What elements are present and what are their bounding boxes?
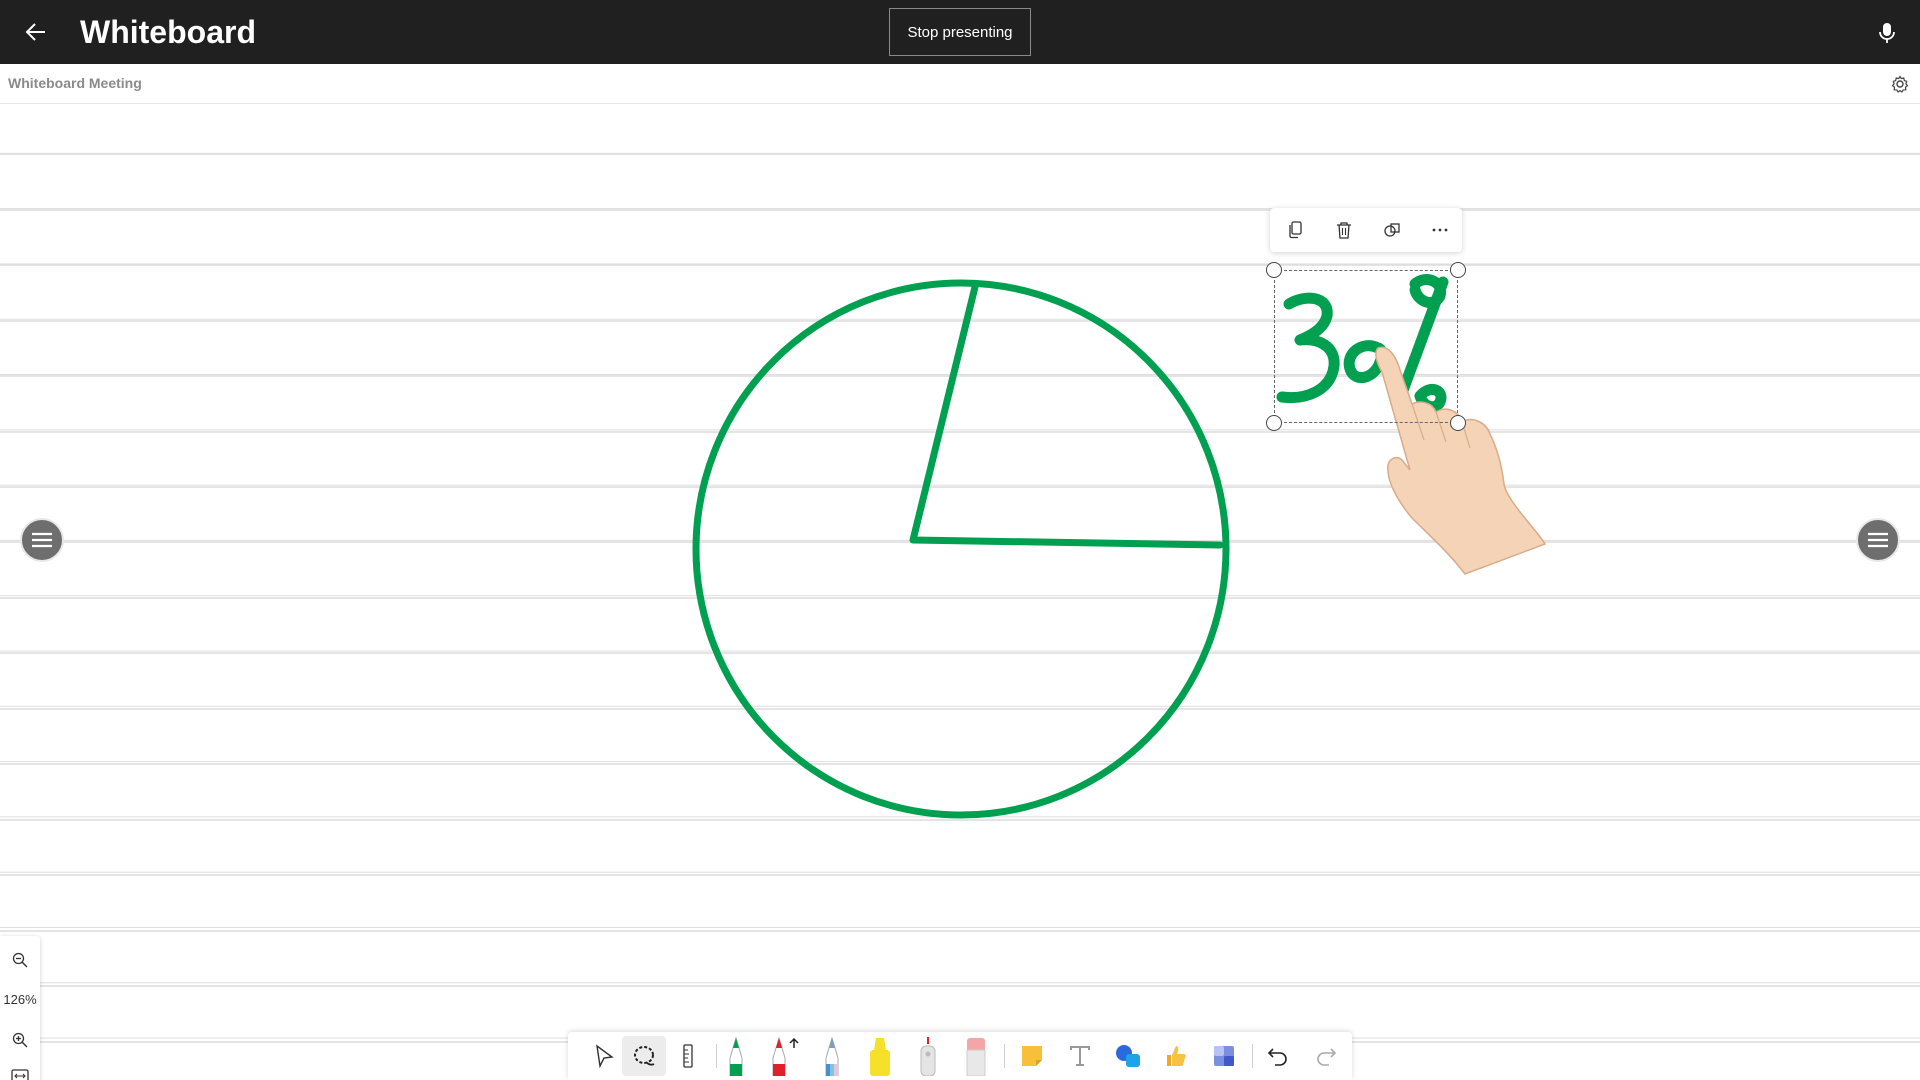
- lasso-select-tool[interactable]: [622, 1036, 666, 1076]
- resize-handle-top-left[interactable]: [1266, 262, 1282, 278]
- resize-handle-bottom-right[interactable]: [1450, 415, 1466, 431]
- selection-box[interactable]: [1274, 270, 1458, 423]
- hamburger-icon: [1868, 532, 1888, 548]
- undo-button[interactable]: [1256, 1032, 1300, 1080]
- zoom-out-button[interactable]: [0, 944, 40, 976]
- right-menu-button[interactable]: [1856, 518, 1900, 562]
- highlighter-tool[interactable]: [858, 1032, 902, 1080]
- templates-icon: [1214, 1046, 1234, 1066]
- meeting-bar: Whiteboard Meeting: [0, 64, 1920, 104]
- microphone-icon: [1879, 23, 1895, 43]
- convert-to-shape-button[interactable]: [1374, 214, 1410, 246]
- more-options-icon: [1432, 228, 1448, 232]
- red-pen-tool[interactable]: [762, 1032, 806, 1080]
- shapes-tool[interactable]: [1106, 1032, 1150, 1080]
- more-options-button[interactable]: [1422, 214, 1458, 246]
- sticky-note-tool[interactable]: [1010, 1032, 1054, 1080]
- red-pen-icon: [772, 1036, 799, 1076]
- app-title: Whiteboard: [80, 14, 256, 50]
- templates-tool[interactable]: [1202, 1032, 1246, 1080]
- zoom-in-icon: [12, 1032, 28, 1048]
- sticky-note-icon: [1022, 1046, 1042, 1066]
- pie-drawing[interactable]: [0, 104, 1920, 1080]
- undo-icon: [1267, 1048, 1287, 1066]
- rainbow-pen-tool[interactable]: [810, 1032, 854, 1080]
- laser-pointer-icon: [920, 1037, 936, 1076]
- app-header: Whiteboard Stop presenting: [0, 0, 1920, 64]
- inking-toolbar: [568, 1032, 1352, 1080]
- green-pen-icon: [729, 1036, 743, 1076]
- text-tool[interactable]: [1058, 1032, 1102, 1080]
- hamburger-icon: [32, 532, 52, 548]
- yellow-highlighter-icon: [870, 1038, 890, 1076]
- pie-slice-lines: [909, 283, 1224, 549]
- toolbar-divider: [1252, 1044, 1253, 1068]
- eraser-tool[interactable]: [954, 1032, 998, 1080]
- text-icon: [1070, 1046, 1090, 1066]
- resize-handle-bottom-left[interactable]: [1266, 415, 1282, 431]
- ruler-icon: [683, 1044, 693, 1068]
- zoom-in-button[interactable]: [0, 1024, 40, 1056]
- whiteboard-canvas[interactable]: 126%: [0, 104, 1920, 1080]
- ruler-tool[interactable]: [666, 1032, 710, 1080]
- zoom-out-icon: [12, 952, 28, 968]
- fit-to-screen-icon: [11, 1069, 29, 1080]
- left-menu-button[interactable]: [20, 518, 64, 562]
- selection-toolbar: [1270, 208, 1462, 252]
- thumbs-up-icon: [1167, 1046, 1186, 1066]
- pointer-arrow-icon: [596, 1044, 614, 1068]
- zoom-panel: 126%: [0, 936, 40, 1080]
- redo-button[interactable]: [1304, 1032, 1348, 1080]
- select-tool[interactable]: [582, 1032, 626, 1080]
- rainbow-pen-icon: [825, 1036, 839, 1076]
- microphone-button[interactable]: [1872, 18, 1902, 48]
- laser-pointer-tool[interactable]: [906, 1032, 950, 1080]
- stop-presenting-button[interactable]: Stop presenting: [889, 8, 1031, 56]
- convert-to-shape-icon: [1384, 223, 1400, 237]
- pie-outline: [692, 279, 1230, 819]
- zoom-level: 126%: [3, 992, 37, 1007]
- shapes-icon: [1116, 1045, 1140, 1067]
- delete-icon: [1337, 222, 1351, 239]
- back-button[interactable]: [16, 12, 56, 52]
- gear-icon: [1891, 75, 1909, 93]
- fit-to-screen-button[interactable]: [0, 1060, 40, 1080]
- redo-icon: [1317, 1048, 1337, 1066]
- green-pen-tool[interactable]: [714, 1032, 758, 1080]
- settings-button[interactable]: [1888, 72, 1912, 96]
- copy-button[interactable]: [1278, 214, 1314, 246]
- toolbar-divider: [1004, 1044, 1005, 1068]
- reactions-tool[interactable]: [1154, 1032, 1198, 1080]
- eraser-icon: [966, 1038, 986, 1076]
- delete-button[interactable]: [1326, 214, 1362, 246]
- meeting-name: Whiteboard Meeting: [8, 75, 142, 91]
- copy-icon: [1289, 221, 1302, 239]
- lasso-icon: [634, 1046, 655, 1066]
- resize-handle-top-right[interactable]: [1450, 262, 1466, 278]
- arrow-left-icon: [25, 23, 45, 41]
